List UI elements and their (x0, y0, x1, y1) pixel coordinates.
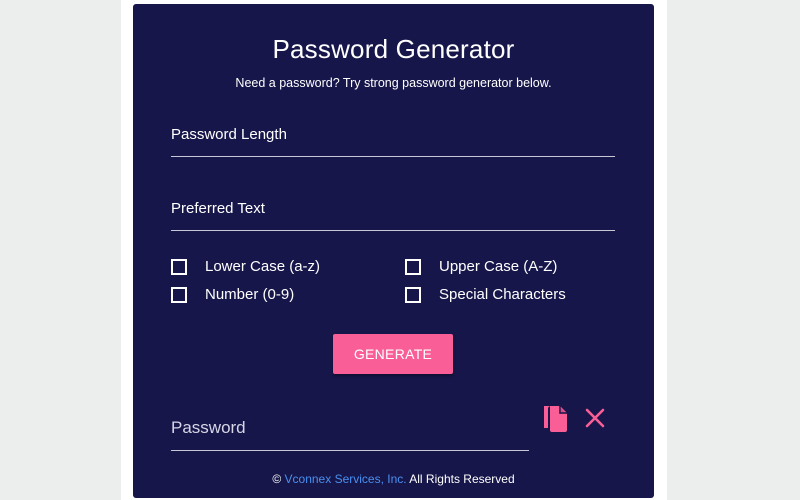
upper-case-checkbox[interactable] (405, 258, 421, 275)
special-characters-checkbox[interactable] (405, 286, 421, 303)
generate-button[interactable]: GENERATE (333, 334, 453, 374)
option-lower-case[interactable]: Lower Case (a-z) (171, 258, 320, 275)
number-checkbox[interactable] (171, 286, 187, 303)
company-link[interactable]: Vconnex Services, Inc. (285, 472, 407, 486)
rights-text: All Rights Reserved (409, 472, 515, 486)
footer: © Vconnex Services, Inc. All Rights Rese… (133, 472, 654, 486)
preferred-text-field (171, 196, 615, 231)
close-icon[interactable] (584, 407, 606, 429)
option-upper-case[interactable]: Upper Case (A-Z) (405, 258, 557, 275)
password-length-input[interactable] (171, 122, 615, 146)
lower-case-label: Lower Case (a-z) (205, 258, 321, 275)
password-output-field (171, 416, 529, 451)
page-subtitle: Need a password? Try strong password gen… (235, 76, 552, 90)
copyright-symbol: © (272, 472, 282, 486)
preferred-text-input[interactable] (171, 196, 615, 220)
lower-case-checkbox[interactable] (171, 258, 187, 275)
number-label: Number (0-9) (205, 286, 295, 303)
page-title: Password Generator (272, 34, 515, 64)
password-length-field (171, 122, 615, 157)
upper-case-label: Upper Case (A-Z) (439, 258, 558, 275)
password-generator-card: Password Generator Need a password? Try … (133, 4, 654, 498)
option-number[interactable]: Number (0-9) (171, 286, 294, 303)
option-special-characters[interactable]: Special Characters (405, 286, 566, 303)
password-output-input[interactable] (171, 416, 529, 440)
copy-icon[interactable] (543, 402, 569, 432)
special-characters-label: Special Characters (439, 286, 566, 303)
